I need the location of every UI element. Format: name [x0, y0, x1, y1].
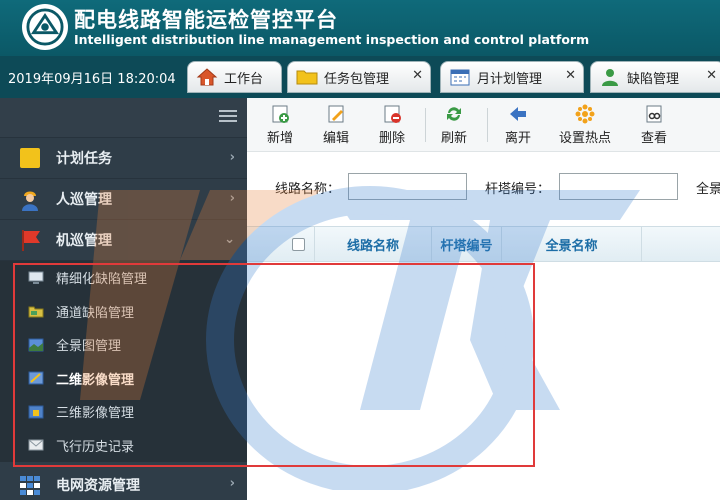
submenu-drone-patrol: 精细化缺陷管理 通道缺陷管理 全景图管理 二维影像管理 三维影像管理 飞行历史记…	[0, 261, 247, 462]
view-icon	[644, 104, 664, 124]
set-hotspot-button[interactable]: 设置热点	[559, 104, 611, 146]
close-icon[interactable]: ✕	[706, 68, 717, 83]
sidebar-subitem-label: 精细化缺陷管理	[56, 272, 148, 288]
edit-icon	[326, 104, 346, 124]
sidebar-item-grid-resources[interactable]: 电网资源管理 ›	[0, 470, 247, 500]
sidebar-subitem-label: 飞行历史记录	[56, 439, 135, 455]
sidebar-subitem-label: 全景图管理	[56, 339, 122, 355]
sidebar-subitem-3d-image[interactable]: 三维影像管理	[0, 395, 247, 429]
column-header-tower-no[interactable]: 杆塔编号	[432, 227, 502, 261]
button-label: 编辑	[323, 131, 350, 146]
sidebar-subitem-2d-image[interactable]: 二维影像管理	[0, 362, 247, 396]
sidebar-item-label: 电网资源管理	[56, 478, 140, 494]
app-header: 配电线路智能运检管控平台 Intelligent distribution li…	[0, 0, 720, 56]
sidebar-item-drone-patrol[interactable]: 机巡管理 ⌄	[0, 220, 247, 261]
tab-monthly-plan[interactable]: 月计划管理 ✕	[440, 61, 584, 93]
grid-header: 线路名称 杆塔编号 全景名称	[247, 226, 720, 262]
folder-icon	[296, 67, 318, 87]
line-name-label: 线路名称：	[275, 182, 341, 197]
delete-icon	[382, 104, 402, 124]
note-icon	[18, 146, 42, 170]
filter-bar: 线路名称： 杆塔编号： 全景	[247, 152, 720, 226]
column-header-line-name[interactable]: 线路名称	[315, 227, 432, 261]
exit-button[interactable]: 离开	[505, 104, 531, 146]
sidebar-subitem-panorama[interactable]: 全景图管理	[0, 328, 247, 362]
sidebar-subitem-fine-defect[interactable]: 精细化缺陷管理	[0, 261, 247, 295]
chevron-right-icon: ›	[229, 476, 235, 491]
view-button[interactable]: 查看	[641, 104, 667, 146]
select-all-cell[interactable]	[247, 227, 315, 261]
panorama-label: 全景	[696, 182, 720, 197]
toolbar-separator	[425, 108, 426, 142]
logo	[22, 4, 68, 50]
button-label: 删除	[379, 131, 406, 146]
sidebar-subitem-label: 二维影像管理	[56, 372, 135, 388]
sidebar-item-manual-patrol[interactable]: 人巡管理 ›	[0, 179, 247, 220]
button-label: 新增	[267, 131, 294, 146]
button-label: 设置热点	[559, 131, 612, 146]
close-icon[interactable]: ✕	[412, 68, 423, 83]
sidebar-subitem-label: 三维影像管理	[56, 406, 135, 422]
tab-label: 任务包管理	[324, 71, 390, 87]
chevron-right-icon: ›	[229, 150, 235, 165]
button-label: 离开	[505, 131, 532, 146]
chevron-down-icon: ⌄	[224, 232, 235, 247]
tab-workbench[interactable]: 工作台	[187, 61, 282, 93]
tab-defect-management[interactable]: 缺陷管理 ✕	[590, 61, 720, 93]
tab-label: 月计划管理	[477, 71, 543, 87]
image-3d-icon	[28, 405, 44, 419]
panorama-icon	[28, 338, 44, 352]
worker-icon	[18, 187, 42, 211]
sidebar-item-label: 人巡管理	[56, 192, 112, 208]
chevron-right-icon: ›	[229, 191, 235, 206]
hotspot-icon	[575, 104, 595, 124]
sidebar-subitem-channel-defect[interactable]: 通道缺陷管理	[0, 295, 247, 329]
main-content: 新增 编辑 删除 刷新 离开 设置热点 查看 线路名称： 杆塔编号： 全景 线路…	[247, 98, 720, 500]
select-all-checkbox[interactable]	[292, 237, 305, 251]
refresh-icon	[444, 104, 464, 124]
add-icon	[270, 104, 290, 124]
envelope-icon	[28, 438, 44, 452]
calendar-icon	[449, 67, 471, 87]
button-label: 刷新	[441, 131, 468, 146]
sidebar-toolbar	[0, 98, 247, 138]
app-subtitle: Intelligent distribution line management…	[74, 32, 590, 47]
toolbar-separator	[487, 108, 488, 142]
home-icon	[196, 67, 218, 87]
folder-icon	[28, 304, 44, 318]
tower-no-label: 杆塔编号：	[485, 182, 551, 197]
toolbar: 新增 编辑 删除 刷新 离开 设置热点 查看	[247, 98, 720, 152]
add-button[interactable]: 新增	[267, 104, 293, 146]
sidebar: 计划任务 › 人巡管理 › 机巡管理 ⌄ 精细化缺陷管理 通道缺陷管理 全景图管…	[0, 98, 247, 500]
app-title: 配电线路智能运检管控平台	[74, 8, 338, 32]
tab-label: 工作台	[224, 71, 264, 87]
image-2d-icon	[28, 371, 44, 385]
flag-icon	[18, 228, 42, 252]
column-header-panorama-name[interactable]: 全景名称	[502, 227, 642, 261]
exit-icon	[508, 104, 528, 124]
tab-label: 缺陷管理	[627, 71, 680, 87]
user-icon	[599, 67, 621, 87]
button-label: 查看	[641, 131, 668, 146]
sidebar-subitem-flight-history[interactable]: 飞行历史记录	[0, 429, 247, 463]
menu-toggle-icon[interactable]	[219, 110, 237, 124]
grid-icon	[18, 473, 42, 497]
sidebar-item-label: 计划任务	[56, 151, 112, 167]
edit-button[interactable]: 编辑	[323, 104, 349, 146]
close-icon[interactable]: ✕	[565, 68, 576, 83]
monitor-icon	[28, 271, 44, 285]
delete-button[interactable]: 删除	[379, 104, 405, 146]
sidebar-item-label: 机巡管理	[56, 233, 112, 249]
sidebar-subitem-label: 通道缺陷管理	[56, 305, 135, 321]
tab-task-package[interactable]: 任务包管理 ✕	[287, 61, 431, 93]
line-name-input[interactable]	[348, 173, 467, 200]
sidebar-item-plan-task[interactable]: 计划任务 ›	[0, 138, 247, 179]
datetime-display: 2019年09月16日 18:20:04	[8, 72, 176, 87]
refresh-button[interactable]: 刷新	[441, 104, 467, 146]
tab-bar: 2019年09月16日 18:20:04 工作台 任务包管理 ✕ 月计划管理 ✕…	[0, 56, 720, 98]
tower-no-input[interactable]	[559, 173, 678, 200]
